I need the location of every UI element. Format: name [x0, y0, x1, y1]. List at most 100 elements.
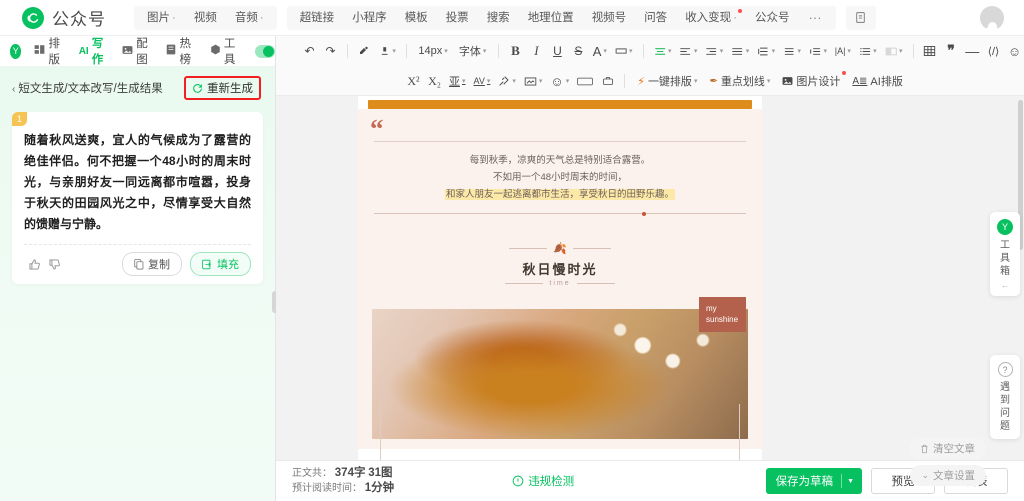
letter-spacing-button[interactable]: |A| ▾ [832, 40, 854, 62]
html-button[interactable] [574, 70, 596, 92]
thumbs-down-icon[interactable] [44, 254, 64, 274]
sidebar-tab-layout[interactable]: 排版 [27, 38, 69, 66]
fill-label: 填充 [217, 259, 239, 271]
clear-article-button[interactable]: 清空文章 [909, 438, 986, 459]
export-doc-icon[interactable] [850, 7, 872, 29]
eraser-button[interactable]: ▾ [495, 70, 519, 92]
toolbox-icon[interactable] [598, 70, 617, 92]
highlight-color-button[interactable]: ▾ [612, 40, 636, 62]
sidebar-tab-picture[interactable]: 配图 [115, 38, 157, 66]
insert-card-button[interactable]: ▾ [521, 70, 546, 92]
paragraph-spacing-button[interactable]: ▾ [780, 40, 804, 62]
strikethrough-button[interactable]: S [569, 40, 588, 62]
subscript-button[interactable]: X₂ [425, 70, 444, 92]
chevron-down-icon[interactable]: ▼ [847, 478, 858, 485]
sticker-button[interactable]: ☺ ▾ [547, 70, 572, 92]
sidebar-tab-hotlist-label: 热榜 [179, 38, 191, 66]
brand: 公众号 [0, 5, 106, 30]
top-nav-item-video[interactable]: 视频 [185, 6, 226, 30]
key-underline-label: 重点划线 [720, 76, 765, 88]
one-click-layout-button[interactable]: ⚡ 一键排版 ▾ [632, 70, 702, 92]
top-nav-group-media: 图片 视频 音频 [134, 5, 277, 30]
violation-check-label: 违规检测 [528, 476, 575, 488]
toolbar-row-1: ↶ ↷ ▾ 14px▾ 字体▾ B I U S A▾ ▾ ▾ ▾ ▾ ▾ [276, 36, 1024, 66]
text-color-button[interactable]: A ▾ [590, 40, 610, 62]
collapse-arrow-icon[interactable]: ← [1001, 280, 1010, 290]
font-size-select[interactable]: 14px ▾ [414, 40, 452, 62]
copy-button[interactable]: 复制 [122, 252, 182, 276]
superscript-button[interactable]: X² [404, 70, 423, 92]
underline-button[interactable]: U [548, 40, 567, 62]
char-spacing-button[interactable]: AV ▾ [471, 70, 494, 92]
italic-button[interactable]: I [527, 40, 546, 62]
align-justify-button[interactable]: ▾ [728, 40, 752, 62]
photo-badge-line-2: sunshine [706, 315, 739, 324]
ai-result-card: 1 随着秋风送爽，宜人的气候成为了露营的绝佳伴侣。何不把握一个48小时的周末时光… [12, 112, 263, 284]
regenerate-button[interactable]: 重新生成 [184, 76, 261, 100]
hotlist-icon [166, 44, 176, 58]
font-family-value: 字体 [458, 46, 481, 58]
background-button[interactable]: ▾ [882, 40, 906, 62]
font-family-select[interactable]: 字体 ▾ [454, 40, 491, 62]
user-avatar-icon[interactable] [980, 5, 1004, 35]
top-nav-item-channels[interactable]: 视频号 [583, 6, 636, 30]
article-page[interactable]: “ 每到秋季，凉爽的天气总是特别适合露营。 不如用一个48小时周末的时间， 和家… [358, 96, 762, 460]
image-design-button[interactable]: 图片设计 [777, 70, 847, 92]
violation-check-button[interactable]: 违规检测 [512, 473, 574, 489]
emoji-button[interactable]: ☺ [1005, 40, 1024, 62]
article-settings-button[interactable]: ⌄ 文章设置 [910, 465, 986, 486]
line-height-button[interactable]: ▾ [754, 40, 778, 62]
clear-format-icon[interactable]: ▾ [376, 40, 399, 62]
insert-table-button[interactable] [920, 40, 939, 62]
floating-mini-buttons: 清空文章 ⌄ 文章设置 [909, 438, 986, 486]
editor-canvas: “ 每到秋季，凉爽的天气总是特别适合露营。 不如用一个48小时周末的时间， 和家… [276, 96, 1024, 460]
quote-button[interactable]: ❞ [941, 40, 960, 62]
top-nav-item-monetize[interactable]: 收入变现 [676, 6, 746, 30]
format-painter-icon[interactable] [355, 40, 374, 62]
title-dash-right [572, 248, 611, 249]
article-photo-block[interactable]: my sunshine [370, 297, 750, 460]
bold-button[interactable]: B [506, 40, 525, 62]
toolbox-dock[interactable]: Y 工具箱 ← [990, 212, 1020, 296]
top-nav-item-audio[interactable]: 音频 [226, 6, 273, 30]
ai-layout-button[interactable]: A≣ AI排版 [847, 70, 907, 92]
top-nav-more-button[interactable]: ··· [799, 10, 832, 25]
sidebar-tab-tools[interactable]: 工具 [203, 38, 245, 66]
top-nav-item-search[interactable]: 搜索 [478, 6, 519, 30]
source-code-button[interactable]: ⟨/⟩ [984, 40, 1003, 62]
top-nav-item-template[interactable]: 模板 [396, 6, 437, 30]
thumbs-up-icon[interactable] [24, 254, 44, 274]
top-nav-item-official-account[interactable]: 公众号 [746, 6, 799, 30]
undo-button[interactable]: ↶ [300, 40, 319, 62]
align-right-button[interactable]: ▾ [702, 40, 726, 62]
read-time-value: 1分钟 [364, 482, 395, 494]
toolbar-divider [624, 74, 626, 88]
clear-article-label: 清空文章 [933, 443, 975, 455]
text-box-button[interactable]: 亚 ▾ [446, 70, 469, 92]
fill-button[interactable]: 填充 [190, 252, 251, 276]
key-underline-button[interactable]: ✒ 重点划线 ▾ [704, 70, 775, 92]
top-nav-item-qa[interactable]: 问答 [635, 6, 676, 30]
divider-button[interactable]: — [962, 40, 982, 62]
back-chevron-icon[interactable]: ‹ [12, 84, 15, 95]
top-nav-item-image[interactable]: 图片 [138, 6, 185, 30]
article-photo[interactable] [372, 309, 748, 439]
toolbar-divider [347, 44, 348, 58]
help-dock[interactable]: ? 遇到问题 [990, 355, 1020, 439]
sidebar-tab-ai-writing[interactable]: AI 写作 [71, 38, 114, 66]
breadcrumb[interactable]: ‹ 短文生成/文本改写/生成结果 [12, 80, 163, 96]
bullet-list-button[interactable]: ▾ [856, 40, 880, 62]
top-nav-item-miniprogram[interactable]: 小程序 [343, 6, 396, 30]
align-center-button[interactable]: ▾ [651, 40, 675, 62]
subtitle-dash-left [505, 283, 544, 284]
indent-button[interactable]: ▾ [806, 40, 830, 62]
save-draft-button[interactable]: 保存为草稿 ▼ [765, 468, 862, 494]
sidebar-tab-hotlist[interactable]: 热榜 [159, 38, 200, 66]
top-nav-item-location[interactable]: 地理位置 [519, 6, 583, 30]
sidebar-toggle-switch[interactable] [255, 44, 276, 58]
top-nav-item-hyperlink[interactable]: 超链接 [291, 6, 344, 30]
redo-button[interactable]: ↷ [321, 40, 340, 62]
top-nav-item-vote[interactable]: 投票 [437, 6, 478, 30]
align-left-button[interactable]: ▾ [676, 40, 700, 62]
stats-line-1: 正文共： 374字 31图 [292, 466, 394, 481]
